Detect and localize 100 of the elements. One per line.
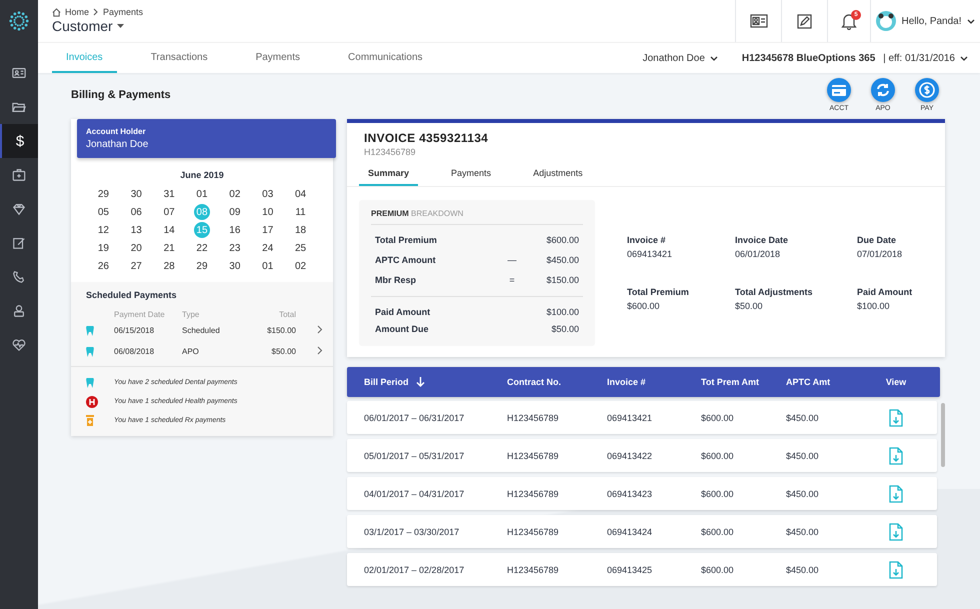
detail-label: Paid Amount [857, 287, 914, 297]
table-cell-text: H123456789 [507, 412, 560, 422]
table-cell-text: H123456789 [507, 526, 560, 536]
calendar-day[interactable]: 06 [128, 204, 144, 220]
breadcrumb-link[interactable]: Home [65, 7, 90, 17]
calendar-day[interactable]: 02 [226, 186, 243, 202]
table-row[interactable]: 02/01/2017 – 02/28/2017 H123456789 069413425 $600.00 $450.00 [347, 553, 937, 586]
calendar-day[interactable]: 11 [292, 204, 309, 220]
calendar-day[interactable]: 26 [95, 258, 112, 274]
tab[interactable]: Summary [359, 162, 418, 186]
table-cell-text: 069413421 [607, 412, 654, 422]
table-cell-text: $150.00 [266, 326, 296, 335]
calendar-day[interactable]: 01 [194, 186, 210, 202]
person-icon [12, 304, 26, 318]
column-header[interactable]: Bill Period [347, 377, 507, 387]
table-cell-text: 069413423 [607, 488, 654, 498]
detail-value: $50.00 [735, 301, 764, 311]
calendar-day[interactable]: 16 [226, 222, 243, 238]
calendar-day[interactable]: 29 [194, 258, 210, 274]
calendar-day[interactable]: 28 [161, 258, 178, 274]
calendar-day[interactable]: 01 [260, 258, 276, 274]
tab[interactable]: Payments [442, 162, 500, 186]
chevron-icon[interactable] [317, 325, 323, 334]
contract-number: H123456789 [364, 147, 417, 157]
detail-label: Total Premium [627, 287, 690, 297]
table-cell-text: 069413425 [607, 564, 654, 574]
diamond-icon [12, 202, 26, 216]
page-title-dropdown[interactable]: Customer [52, 18, 124, 34]
table-row[interactable]: 06/01/2017 – 06/31/2017 H123456789 069413421 $600.00 $450.00 [347, 401, 937, 434]
table-cell-text: 069413422 [607, 450, 654, 460]
table-cell-text: $450.00 [786, 450, 820, 460]
calendar-day[interactable]: 02 [292, 258, 309, 274]
table-cell-text: $600.00 [701, 526, 735, 536]
calendar-day[interactable]: 12 [95, 222, 112, 238]
tab[interactable]: Payments [242, 43, 314, 73]
calendar-day[interactable]: 25 [292, 240, 309, 256]
table-cell-text: $450.00 [786, 488, 820, 498]
breakdown-label: Total Premium [375, 235, 438, 245]
calendar-month: June 2019 [179, 170, 225, 180]
calendar-day[interactable]: 21 [161, 240, 178, 256]
calendar-day[interactable]: 03 [260, 186, 276, 202]
breakdown-value: $150.00 [545, 275, 579, 285]
bell-icon [841, 12, 857, 30]
table-cell-text: 069413424 [607, 526, 654, 536]
calendar-day[interactable]: 23 [226, 240, 243, 256]
calendar-day[interactable]: 05 [95, 204, 112, 220]
calendar-day[interactable]: 09 [226, 204, 243, 220]
detail-label: Total Adjustments [735, 287, 814, 297]
column-header: Total [278, 310, 296, 318]
calendar-day[interactable]: 07 [161, 204, 178, 220]
chevron-down-icon [710, 56, 718, 60]
detail-value: 069413421 [627, 249, 674, 259]
calendar-day[interactable]: 10 [260, 204, 276, 220]
breakdown-title: PREMIUM BREAKDOWN [371, 209, 583, 225]
calendar-day[interactable]: 27 [128, 258, 144, 274]
breadcrumb-link[interactable]: Payments [103, 7, 144, 17]
table-row[interactable]: 05/01/2017 – 05/31/2017 H123456789 069413422 $600.00 $450.00 [347, 439, 937, 472]
table-row[interactable]: 03/1/2017 – 03/30/2017 H123456789 069413424 $600.00 $450.00 [347, 515, 937, 548]
tab[interactable]: Communications [334, 43, 437, 73]
calendar-day[interactable]: 04 [292, 186, 309, 202]
calendar-day[interactable]: 14 [161, 222, 178, 238]
table-cell-text: APO [182, 347, 200, 356]
sidebar-item[interactable]: $ [0, 124, 38, 158]
table-cell-text: 02/01/2017 – 02/28/2017 [363, 564, 466, 574]
calendar-day[interactable]: 29 [95, 186, 112, 202]
calendar-day[interactable]: 17 [260, 222, 276, 238]
detail-value: 06/01/2018 [735, 249, 782, 259]
heart-pulse-icon [12, 338, 26, 352]
pill-bottle-icon [86, 415, 94, 426]
chevron-icon[interactable] [317, 346, 323, 355]
calendar-day[interactable]: 30 [226, 258, 243, 274]
calendar-day[interactable]: 13 [128, 222, 144, 238]
breakdown-label: Amount Due [375, 324, 430, 334]
plan-dropdown[interactable]: H12345678 BlueOptions 365 | eff: 01/31/2016 [742, 52, 968, 64]
tab[interactable]: Transactions [136, 43, 222, 73]
table-cell-text: 04/01/2017 – 04/31/2017 [363, 488, 466, 498]
calendar-day[interactable]: 18 [292, 222, 309, 238]
calendar-day[interactable]: 24 [260, 240, 276, 256]
calendar-day[interactable]: 20 [128, 240, 144, 256]
sort-arrow-icon[interactable] [416, 377, 425, 387]
table-cell-text: $450.00 [786, 526, 820, 536]
table-cell-text: 06/15/2018 [114, 326, 156, 335]
calendar-day[interactable]: 30 [128, 186, 144, 202]
calendar-day[interactable]: 31 [161, 186, 178, 202]
edit-icon [12, 236, 26, 250]
table-row[interactable]: 04/01/2017 – 04/31/2017 H123456789 069413423 $600.00 $450.00 [347, 477, 937, 510]
calendar-day[interactable]: 19 [95, 240, 112, 256]
home-icon[interactable] [52, 8, 61, 16]
tab[interactable]: Adjustments [524, 162, 592, 186]
scrollbar[interactable] [941, 403, 945, 467]
calendar-day[interactable]: 22 [194, 240, 210, 256]
detail-value: $600.00 [627, 301, 661, 311]
medical-case-icon [12, 168, 26, 182]
card-icon [827, 78, 851, 102]
phone-icon [12, 270, 26, 284]
section-title: Billing & Payments [71, 89, 171, 101]
member-dropdown[interactable]: Jonathon Doe [642, 52, 718, 64]
detail-value: 07/01/2018 [857, 249, 904, 259]
breakdown-value: $450.00 [545, 255, 579, 265]
detail-label: Invoice Date [735, 235, 790, 245]
